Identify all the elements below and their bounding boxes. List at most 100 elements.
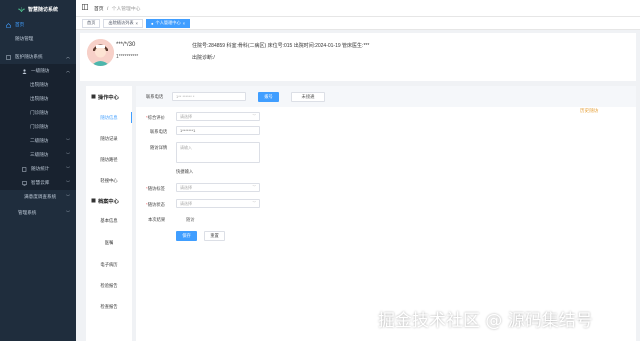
patient-card: ***/*/30 1********** 住院号:284859 科室:骨科(二病… [80, 33, 636, 81]
menu-toggle-icon[interactable] [82, 4, 88, 12]
sidebar-item-label: 智慧云库 [31, 180, 50, 185]
tab-label: 出院随访列表 [108, 20, 134, 25]
tag-label: *随访标签 [146, 186, 165, 191]
sidebar-item-label: 首页 [15, 22, 25, 27]
chevron-down-icon: ﹀ [252, 185, 257, 189]
sidebar-item-label: 医护随访系统 [15, 54, 43, 59]
sidebar-item-level3[interactable]: 三级随访 ﹀ [0, 148, 76, 162]
sidebar-item-label: 管理系统 [18, 210, 37, 215]
status-select[interactable]: 请选择 ﹀ [176, 199, 260, 208]
patient-name: ***/*/30 [116, 42, 136, 48]
edit-icon [22, 166, 27, 172]
contact-bar: 联系电话 1** ****** * 拨号 未接通 [136, 86, 636, 107]
tab-personal-center[interactable]: ● 个人管理中心 × [145, 18, 191, 28]
chevron-down-icon: ﹀ [66, 138, 70, 143]
contact-value: 1** ****** * [176, 94, 195, 99]
contact-label: 联系电话 [146, 94, 164, 99]
detail-menu: 操作中心 随访信息 随访记录 随访路径 轻搜中心 档案中心 基本信息 医嘱 电子… [86, 86, 132, 341]
chevron-down-icon: ﹀ [252, 201, 257, 205]
bookmark-icon [91, 198, 96, 205]
menu-followup-info[interactable]: 随访信息 [86, 112, 132, 123]
sidebar-item-followup-mgmt[interactable]: 随访管理 [0, 32, 76, 46]
sidebar-item-label: 门诊随访 [30, 110, 49, 115]
close-icon[interactable]: × [183, 21, 185, 26]
patient-phone: 1********** [116, 54, 139, 60]
avatar [87, 39, 114, 66]
tag-select[interactable]: 请选择 ﹀ [176, 183, 260, 192]
history-link[interactable]: 历史随访 [580, 108, 598, 114]
breadcrumb: 首页 / 个人管理中心 [94, 5, 140, 12]
save-button[interactable]: 保存 [176, 231, 197, 241]
breadcrumb-current: 个人管理中心 [111, 6, 141, 12]
grid-icon [6, 54, 11, 60]
sidebar-item-discharge-2[interactable]: 出院随访 [0, 92, 76, 106]
chevron-down-icon: ﹀ [66, 166, 70, 171]
menu-emr[interactable]: 电子病历 [86, 262, 132, 268]
app-title: 智慧随访系统 [27, 6, 58, 13]
detail-textarea[interactable]: 请输入 [176, 142, 260, 163]
sidebar-item-label: 三级随访 [30, 152, 49, 157]
contact-input[interactable]: 1** ****** * [172, 92, 246, 101]
leaf-logo-icon [17, 6, 25, 12]
overall-select[interactable]: 请选择 ﹀ [176, 112, 260, 121]
brand: 智慧随访系统 [0, 0, 76, 18]
menu-followup-path[interactable]: 随访路径 [86, 157, 132, 163]
sidebar-item-label: 随访统计 [31, 166, 50, 171]
group-label: 档案中心 [98, 199, 119, 205]
menu-search-center[interactable]: 轻搜中心 [86, 178, 132, 184]
sidebar-item-level1[interactable]: 一级随访 ︿ [0, 64, 76, 78]
reset-button[interactable]: 重置 [204, 231, 225, 241]
tabs-bar: 首页 出院随访列表 × ● 个人管理中心 × [76, 17, 640, 30]
menu-basic-info[interactable]: 基本信息 [86, 218, 132, 224]
sidebar-item-outpatient-2[interactable]: 门诊随访 [0, 120, 76, 134]
sidebar-item-admin[interactable]: 管理系统 ﹀ [0, 206, 76, 220]
tag-placeholder: 请选择 [180, 184, 192, 190]
chevron-up-icon: ︿ [66, 68, 70, 73]
sidebar-item-cloud[interactable]: 智慧云库 ﹀ [0, 176, 76, 190]
close-icon[interactable]: × [136, 21, 138, 26]
dial-button[interactable]: 拨号 [258, 92, 279, 102]
home-icon [6, 22, 11, 28]
tab-home[interactable]: 首页 [82, 18, 101, 28]
chevron-down-icon: ﹀ [66, 210, 70, 215]
patient-diagnosis: 出院诊断:/ [192, 55, 215, 61]
sidebar-item-discharge-1[interactable]: 出院随访 [0, 78, 76, 92]
sidebar-item-satisfaction[interactable]: 满意度调查系统 ﹀ [0, 190, 76, 204]
menu-followup-records[interactable]: 随访记录 [86, 136, 132, 142]
sidebar-item-label: 门诊随访 [30, 124, 49, 129]
menu-exam-report[interactable]: 检查报告 [86, 304, 132, 310]
sidebar-item-label: 随访管理 [15, 36, 34, 41]
chevron-down-icon: ﹀ [66, 152, 70, 157]
chevron-down-icon: ﹀ [66, 194, 70, 199]
sidebar-item-home[interactable]: 首页 [0, 18, 76, 32]
sidebar-item-label: 一级随访 [31, 68, 50, 73]
phone-input[interactable]: 1*******1 [176, 126, 260, 135]
status-placeholder: 请选择 [180, 200, 192, 206]
sidebar-item-level2[interactable]: 二级随访 ﹀ [0, 134, 76, 148]
menu-orders[interactable]: 医嘱 [86, 240, 132, 246]
quick-input-label[interactable]: 快捷输入 [176, 169, 193, 175]
monitor-icon [22, 180, 27, 186]
group-label: 操作中心 [98, 95, 119, 101]
sidebar-item-outpatient-1[interactable]: 门诊随访 [0, 106, 76, 120]
overall-label: *综合评价 [146, 115, 165, 120]
menu-lab-report[interactable]: 检验报告 [86, 283, 132, 289]
nurse-avatar-icon [87, 39, 114, 66]
result-label: 本次结果 [148, 217, 166, 222]
followup-form: 联系电话 1** ****** * 拨号 未接通 历史随访 *综合评价 请选择 ﹀… [136, 86, 636, 341]
sidebar-item-label: 满意度调查系统 [24, 194, 57, 199]
hangup-button[interactable]: 未接通 [291, 92, 325, 102]
sidebar-item-label: 二级随访 [30, 138, 49, 143]
breadcrumb-home[interactable]: 首页 [94, 7, 104, 12]
sidebar-item-stats[interactable]: 随访统计 ﹀ [0, 162, 76, 176]
sidebar-item-medical-system[interactable]: 医护随访系统 ︿ [0, 50, 76, 64]
status-label: *随访状态 [146, 202, 165, 207]
phone-label: 联系电话 [150, 129, 168, 134]
patient-info: 住院号:284859 科室:骨科(二病区) 床位号:015 出院时间:2024-… [192, 43, 370, 49]
bookmark-icon [91, 94, 96, 101]
topbar: 首页 / 个人管理中心 [76, 0, 640, 17]
overall-placeholder: 请选择 [180, 113, 192, 119]
detail-label: 随访详情 [150, 145, 168, 150]
chevron-down-icon: ﹀ [252, 114, 257, 118]
tab-discharge-list[interactable]: 出院随访列表 × [103, 18, 143, 28]
